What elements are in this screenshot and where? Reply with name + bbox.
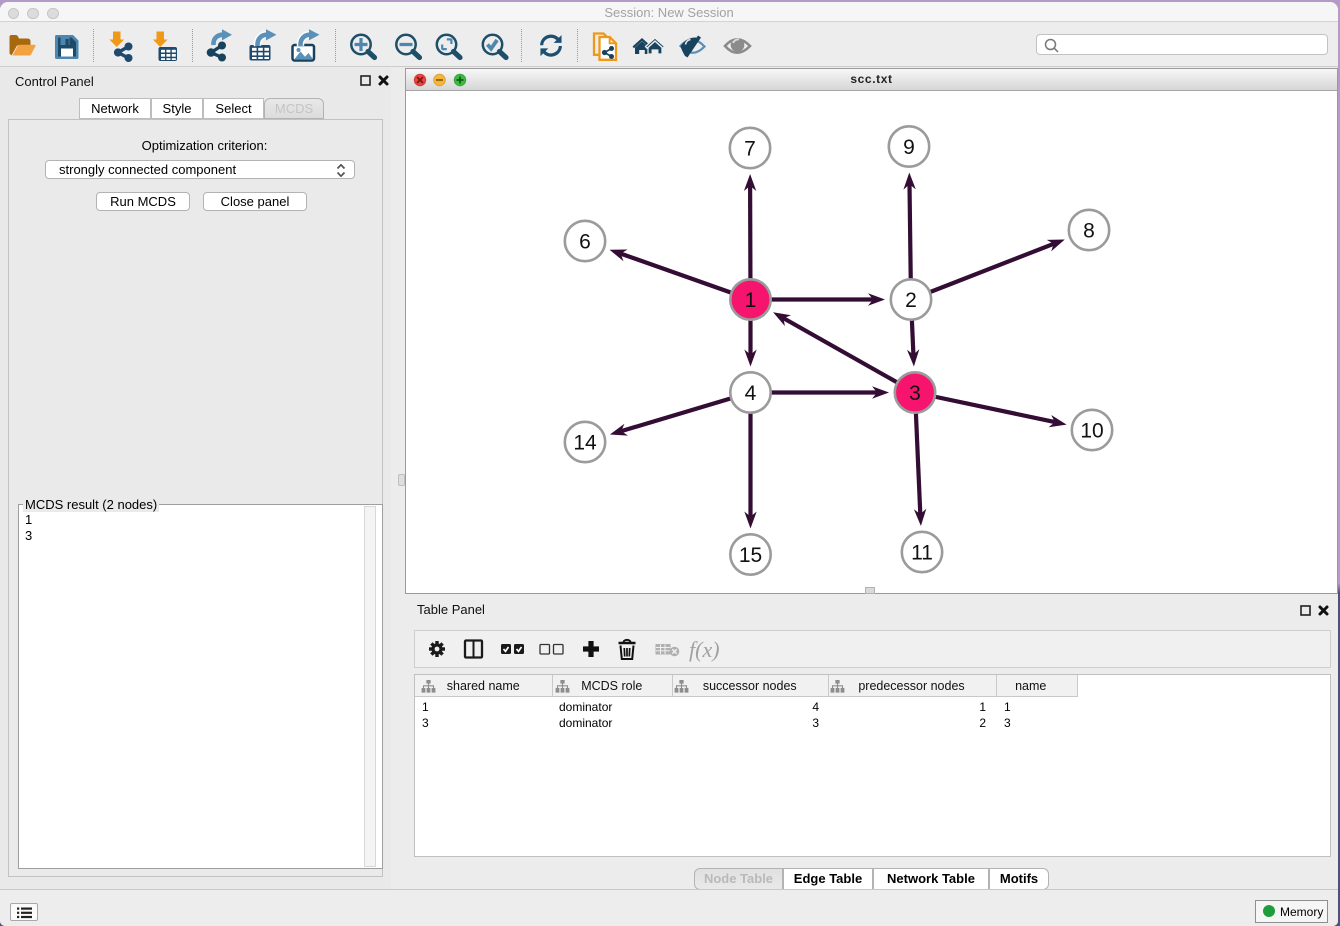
svg-text:6: 6 (579, 231, 591, 254)
svg-text:2: 2 (905, 289, 917, 312)
svg-text:11: 11 (911, 542, 933, 565)
svg-text:3: 3 (909, 382, 921, 405)
svg-text:14: 14 (573, 432, 597, 455)
svg-text:7: 7 (744, 138, 756, 161)
svg-text:9: 9 (903, 136, 915, 159)
svg-text:15: 15 (739, 544, 762, 567)
svg-text:10: 10 (1080, 420, 1103, 443)
svg-text:f(x): f(x) (689, 637, 720, 662)
svg-text:8: 8 (1083, 220, 1095, 243)
svg-text:4: 4 (745, 382, 757, 405)
svg-text:1: 1 (745, 289, 757, 312)
